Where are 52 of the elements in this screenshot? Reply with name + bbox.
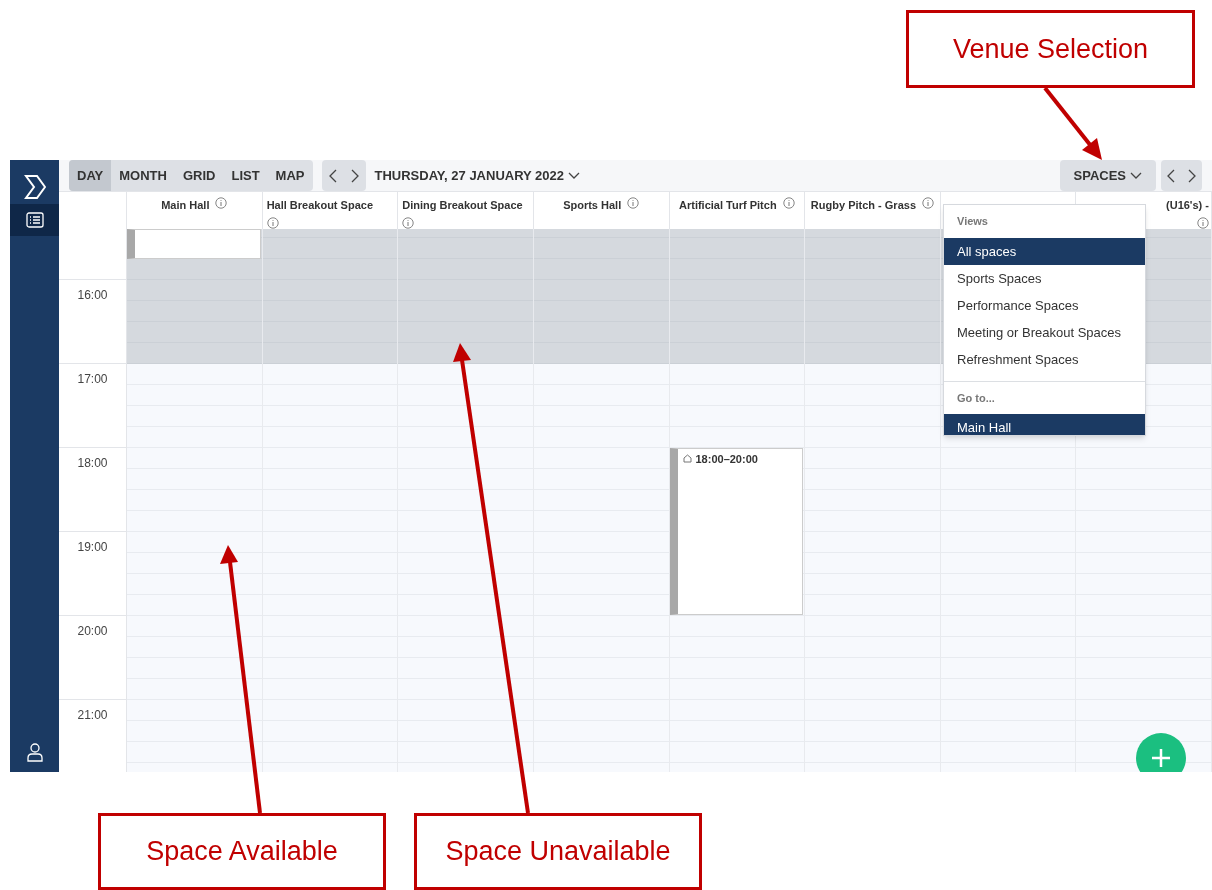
view-tab[interactable]: MAP (267, 160, 313, 191)
previous-icon[interactable] (328, 168, 337, 183)
info-icon (266, 216, 279, 229)
info-icon (922, 197, 934, 209)
time-label: 17:00 (77, 370, 108, 385)
view-tab[interactable]: LIST (223, 160, 268, 191)
column-header: (U16's) - (1166, 198, 1209, 213)
time-label: 18:00 (77, 454, 108, 469)
menu-item[interactable]: Main Hall (944, 414, 1145, 435)
column-header: Main Hall (161, 198, 210, 213)
next-icon[interactable] (350, 168, 359, 183)
column-header: Sports Hall (563, 198, 622, 213)
time-label: 21:00 (77, 706, 108, 721)
column-header: Rugby Pitch - Grass (810, 198, 916, 213)
column-header: Artificial Turf Pitch (679, 198, 777, 213)
view-tab[interactable]: DAY (69, 160, 112, 191)
list-icon (25, 212, 44, 228)
home-icon (682, 453, 692, 463)
time-label: 20:00 (77, 622, 108, 637)
column-header: Hall Breakout Space (266, 198, 373, 213)
menu-item[interactable]: Meeting or Breakout Spaces (944, 319, 1145, 346)
list-button[interactable] (10, 204, 59, 236)
view-tab[interactable]: GRID (174, 160, 224, 191)
menu-section-title: Go to... (957, 390, 995, 406)
menu-item[interactable]: Refreshment Spaces (944, 346, 1145, 373)
callout: Venue Selection (906, 10, 1195, 88)
menu-item[interactable]: Performance Spaces (944, 292, 1145, 319)
time-label: 16:00 (77, 286, 108, 301)
info-icon (627, 197, 640, 209)
view-tab[interactable]: MONTH (111, 160, 175, 191)
user-icon (26, 742, 43, 762)
menu-section-title: Views (957, 214, 988, 230)
logo-icon (23, 175, 46, 199)
next-icon[interactable] (1187, 168, 1196, 183)
info-icon (215, 197, 228, 209)
plus-icon (1151, 748, 1171, 768)
spaces-dropdown[interactable]: SPACES (1059, 160, 1156, 191)
event-card[interactable]: 18:00–20:00 (669, 447, 804, 615)
time-label: 19:00 (77, 538, 108, 553)
chevron-down-icon (1130, 171, 1142, 180)
menu-item[interactable]: Sports Spaces (944, 265, 1145, 292)
column-header: Dining Breakout Space (402, 198, 523, 213)
callout: Space Unavailable (414, 813, 702, 890)
info-icon (1197, 216, 1209, 229)
previous-icon[interactable] (1167, 168, 1176, 183)
chevron-down-icon (568, 171, 581, 180)
menu-item[interactable]: All spaces (944, 238, 1145, 265)
event-time: 18:00–20:00 (695, 451, 758, 467)
callout: Space Available (98, 813, 386, 890)
info-icon (782, 197, 795, 209)
date-picker[interactable]: THURSDAY, 27 JANUARY 2022 (374, 165, 581, 186)
info-icon (402, 216, 415, 229)
